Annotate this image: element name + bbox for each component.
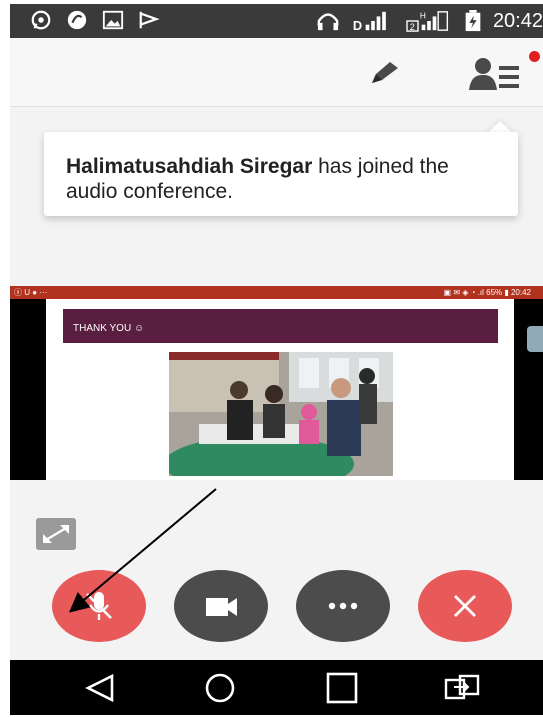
group-photo [169,352,393,476]
headset-icon [317,13,339,31]
recents-icon[interactable] [322,672,362,704]
signal-icon: D [353,11,386,32]
conference-toolbar [10,38,543,107]
shared-status-right: ▣ ✉ ◈ ◔ .ıl 65% ▮ 20:42 [443,288,531,297]
more-icon [328,602,358,610]
status-bar: D H2 20:42 [10,4,543,38]
chat-icon [67,10,87,30]
svg-text:H: H [420,11,426,20]
mute-button[interactable] [52,570,146,642]
svg-text:D: D [353,18,362,32]
slide-title: THANK YOU ☺ [73,323,145,334]
notification-text: Halimatusahdiah Siregar has joined the a… [66,154,506,204]
video-button[interactable] [174,570,268,642]
svg-text:2: 2 [410,22,415,32]
battery-icon [465,10,481,32]
shared-status-bar: ⓢ U ● ··· ▣ ✉ ◈ ◔ .ıl 65% ▮ 20:42 [10,286,543,299]
navigation-bar [10,660,543,715]
status-time: 20:42 [492,10,543,32]
switch-icon[interactable] [442,672,482,704]
pencil-icon[interactable] [368,60,402,86]
video-camera-icon [206,598,237,616]
notification-dot [529,51,540,62]
back-icon[interactable] [80,672,120,704]
participants-icon[interactable] [465,54,527,94]
expand-icon[interactable] [36,518,76,550]
whatsapp-icon [31,10,51,30]
close-icon [454,595,476,617]
app-screen: D H2 20:42 Halimatusahdiah Siregar has j… [10,4,543,715]
home-icon[interactable] [200,672,240,704]
more-options-button[interactable] [296,570,390,642]
shared-status-left: ⓢ U ● ··· [14,288,48,297]
presentation-slide: THANK YOU ☺ [46,299,514,480]
slide-header: THANK YOU ☺ [63,309,498,343]
join-notification: Halimatusahdiah Siregar has joined the a… [44,132,518,216]
leave-call-button[interactable] [418,570,512,642]
signal-h-icon: H2 [406,11,448,32]
image-icon [102,10,124,30]
shared-screen[interactable]: ⓢ U ● ··· ▣ ✉ ◈ ◔ .ıl 65% ▮ 20:42 THANK … [10,286,543,480]
chat-head-handle[interactable] [527,326,543,352]
participant-name: Halimatusahdiah Siregar [66,155,313,178]
flag-icon [139,11,160,29]
mic-muted-icon [86,592,112,620]
